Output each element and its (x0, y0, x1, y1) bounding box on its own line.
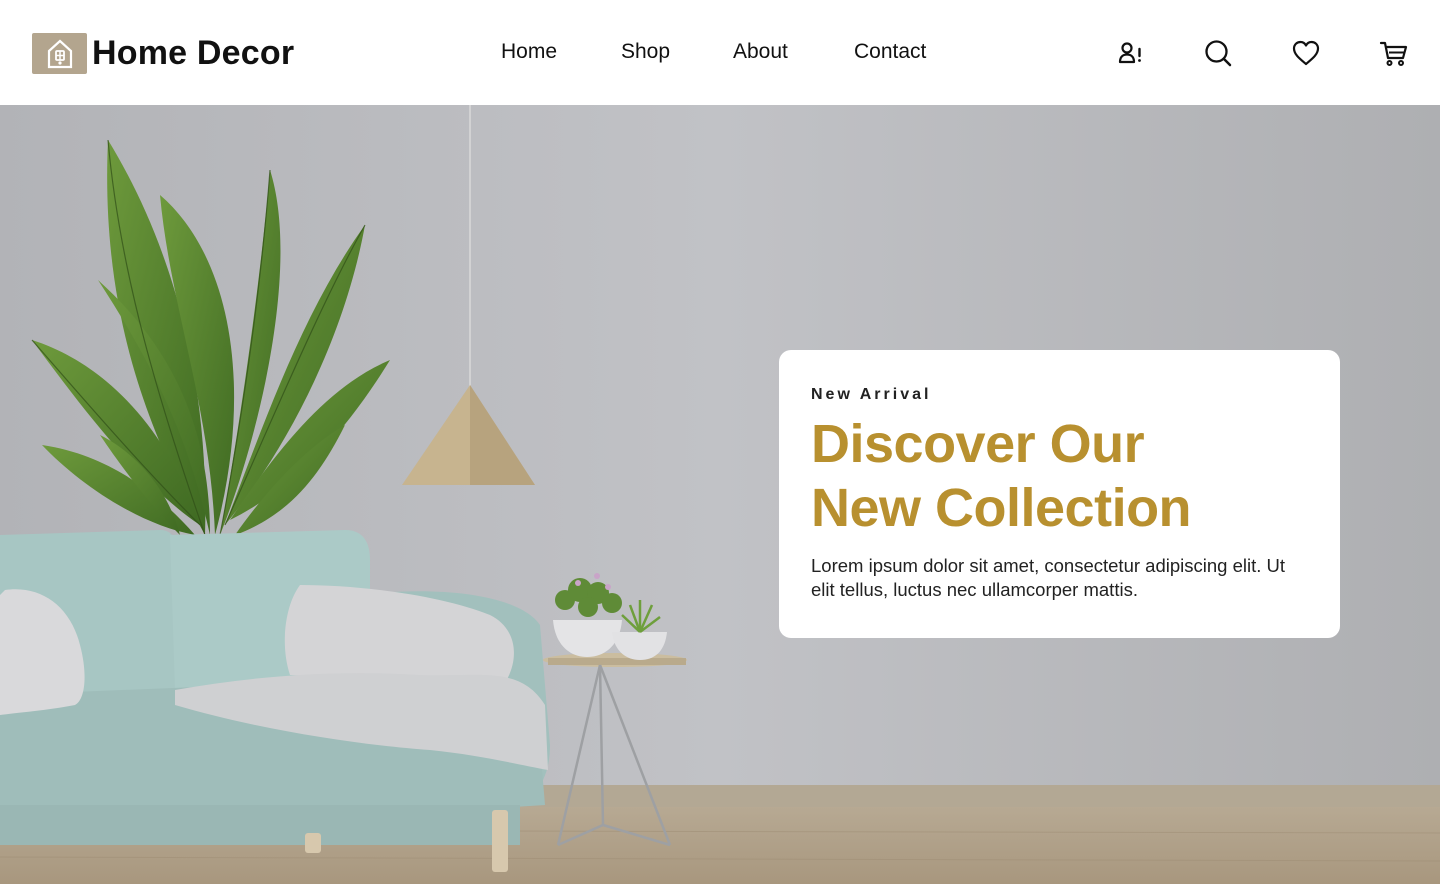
promo-body: Lorem ipsum dolor sit amet, consectetur … (811, 555, 1286, 600)
account-button[interactable] (1113, 36, 1147, 70)
search-button[interactable] (1201, 36, 1235, 70)
promo-card: New Arrival Discover Our New Collection … (779, 350, 1340, 638)
brand[interactable]: Home Decor (32, 32, 294, 74)
nav-link-contact[interactable]: Contact (854, 40, 926, 64)
nav-link-about[interactable]: About (733, 40, 788, 64)
nav-link-home[interactable]: Home (501, 40, 557, 64)
site-header: Home Decor Home Shop About Contact (0, 0, 1440, 105)
promo-eyebrow: New Arrival (811, 386, 932, 403)
wishlist-button[interactable] (1289, 36, 1323, 70)
house-icon (32, 32, 87, 74)
nav-link-shop[interactable]: Shop (621, 40, 670, 64)
promo-headline-line2: New Collection (811, 478, 1192, 538)
promo-headline: Discover Our New Collection (811, 412, 1308, 540)
cart-icon (1379, 41, 1408, 66)
heart-icon (1292, 40, 1320, 66)
user-alert-icon (1118, 42, 1141, 64)
search-icon (1205, 40, 1232, 67)
promo-headline-line1: Discover Our (811, 414, 1145, 474)
cart-button[interactable] (1377, 36, 1411, 70)
brand-name: Home Decor (92, 33, 295, 72)
